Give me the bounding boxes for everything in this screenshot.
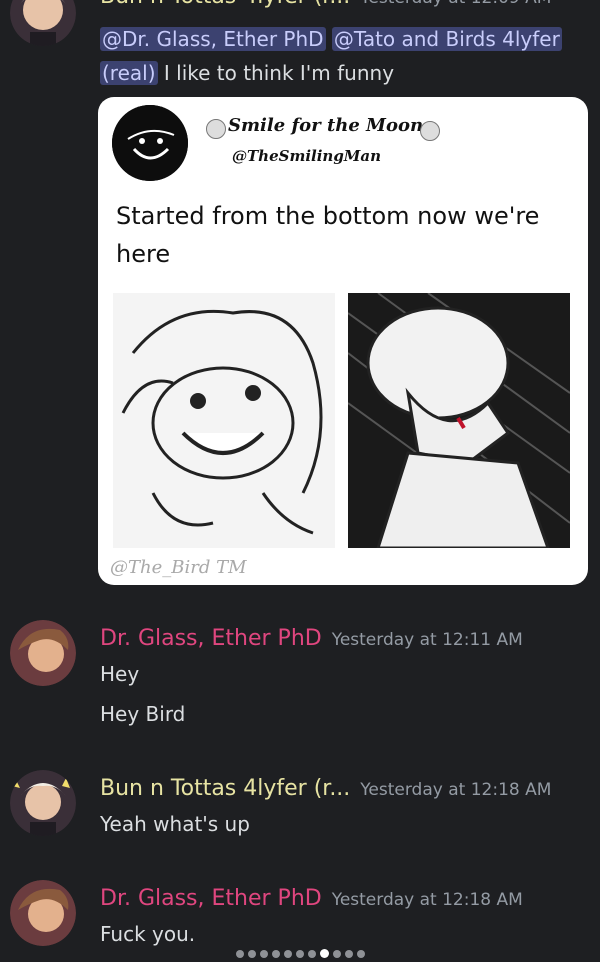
user-avatar[interactable] — [10, 770, 76, 836]
page-dot[interactable] — [235, 950, 244, 958]
page-dot[interactable] — [356, 950, 365, 958]
user-avatar[interactable] — [10, 880, 76, 946]
timestamp: Yesterday at 12:09 AM — [360, 0, 551, 8]
page-dot[interactable] — [295, 950, 304, 958]
moon-icon — [206, 119, 226, 139]
timestamp: Yesterday at 12:11 AM — [331, 630, 523, 650]
moon-icon — [420, 121, 440, 141]
page-dot[interactable] — [307, 950, 316, 958]
mention-tato-birds[interactable]: @Tato and Birds 4lyfer — [331, 27, 562, 51]
embedded-post-image[interactable]: Smile for the Moon @TheSmilingMan Starte… — [98, 97, 588, 585]
page-dot[interactable] — [271, 950, 280, 958]
mention-real[interactable]: (real) — [100, 61, 158, 85]
post-display-name: Smile for the Moon — [228, 115, 424, 136]
page-dot[interactable] — [332, 950, 341, 958]
artwork-right — [348, 293, 570, 548]
username[interactable]: Dr. Glass, Ether PhD — [100, 886, 322, 911]
page-dot[interactable] — [247, 950, 256, 958]
username[interactable]: Bun n Tottas 4lyfer (r... — [100, 0, 350, 9]
timestamp: Yesterday at 12:18 AM — [331, 890, 523, 910]
post-avatar — [112, 105, 188, 181]
page-dot[interactable] — [344, 950, 353, 958]
page-indicator[interactable] — [0, 943, 600, 962]
page-dot[interactable] — [319, 949, 329, 958]
artwork-left — [113, 293, 335, 548]
message-text: @Dr. Glass, Ether PhD @Tato and Birds 4l… — [100, 27, 562, 85]
message-text: Hey — [100, 662, 140, 686]
watermark: @The_Bird TM — [110, 557, 247, 578]
post-text: Started from the bottom now we're here — [116, 202, 540, 268]
page-dot[interactable] — [259, 950, 268, 958]
user-avatar[interactable] — [10, 0, 76, 46]
post-handle: @TheSmilingMan — [232, 147, 382, 165]
username[interactable]: Bun n Tottas 4lyfer (r... — [100, 776, 350, 801]
message-text: Hey Bird — [100, 702, 186, 726]
page-dot[interactable] — [283, 950, 292, 958]
message-text: Yeah what's up — [100, 812, 250, 836]
mention-dr-glass[interactable]: @Dr. Glass, Ether PhD — [100, 27, 326, 51]
user-avatar[interactable] — [10, 620, 76, 686]
username[interactable]: Dr. Glass, Ether PhD — [100, 626, 322, 651]
timestamp: Yesterday at 12:18 AM — [360, 780, 552, 800]
